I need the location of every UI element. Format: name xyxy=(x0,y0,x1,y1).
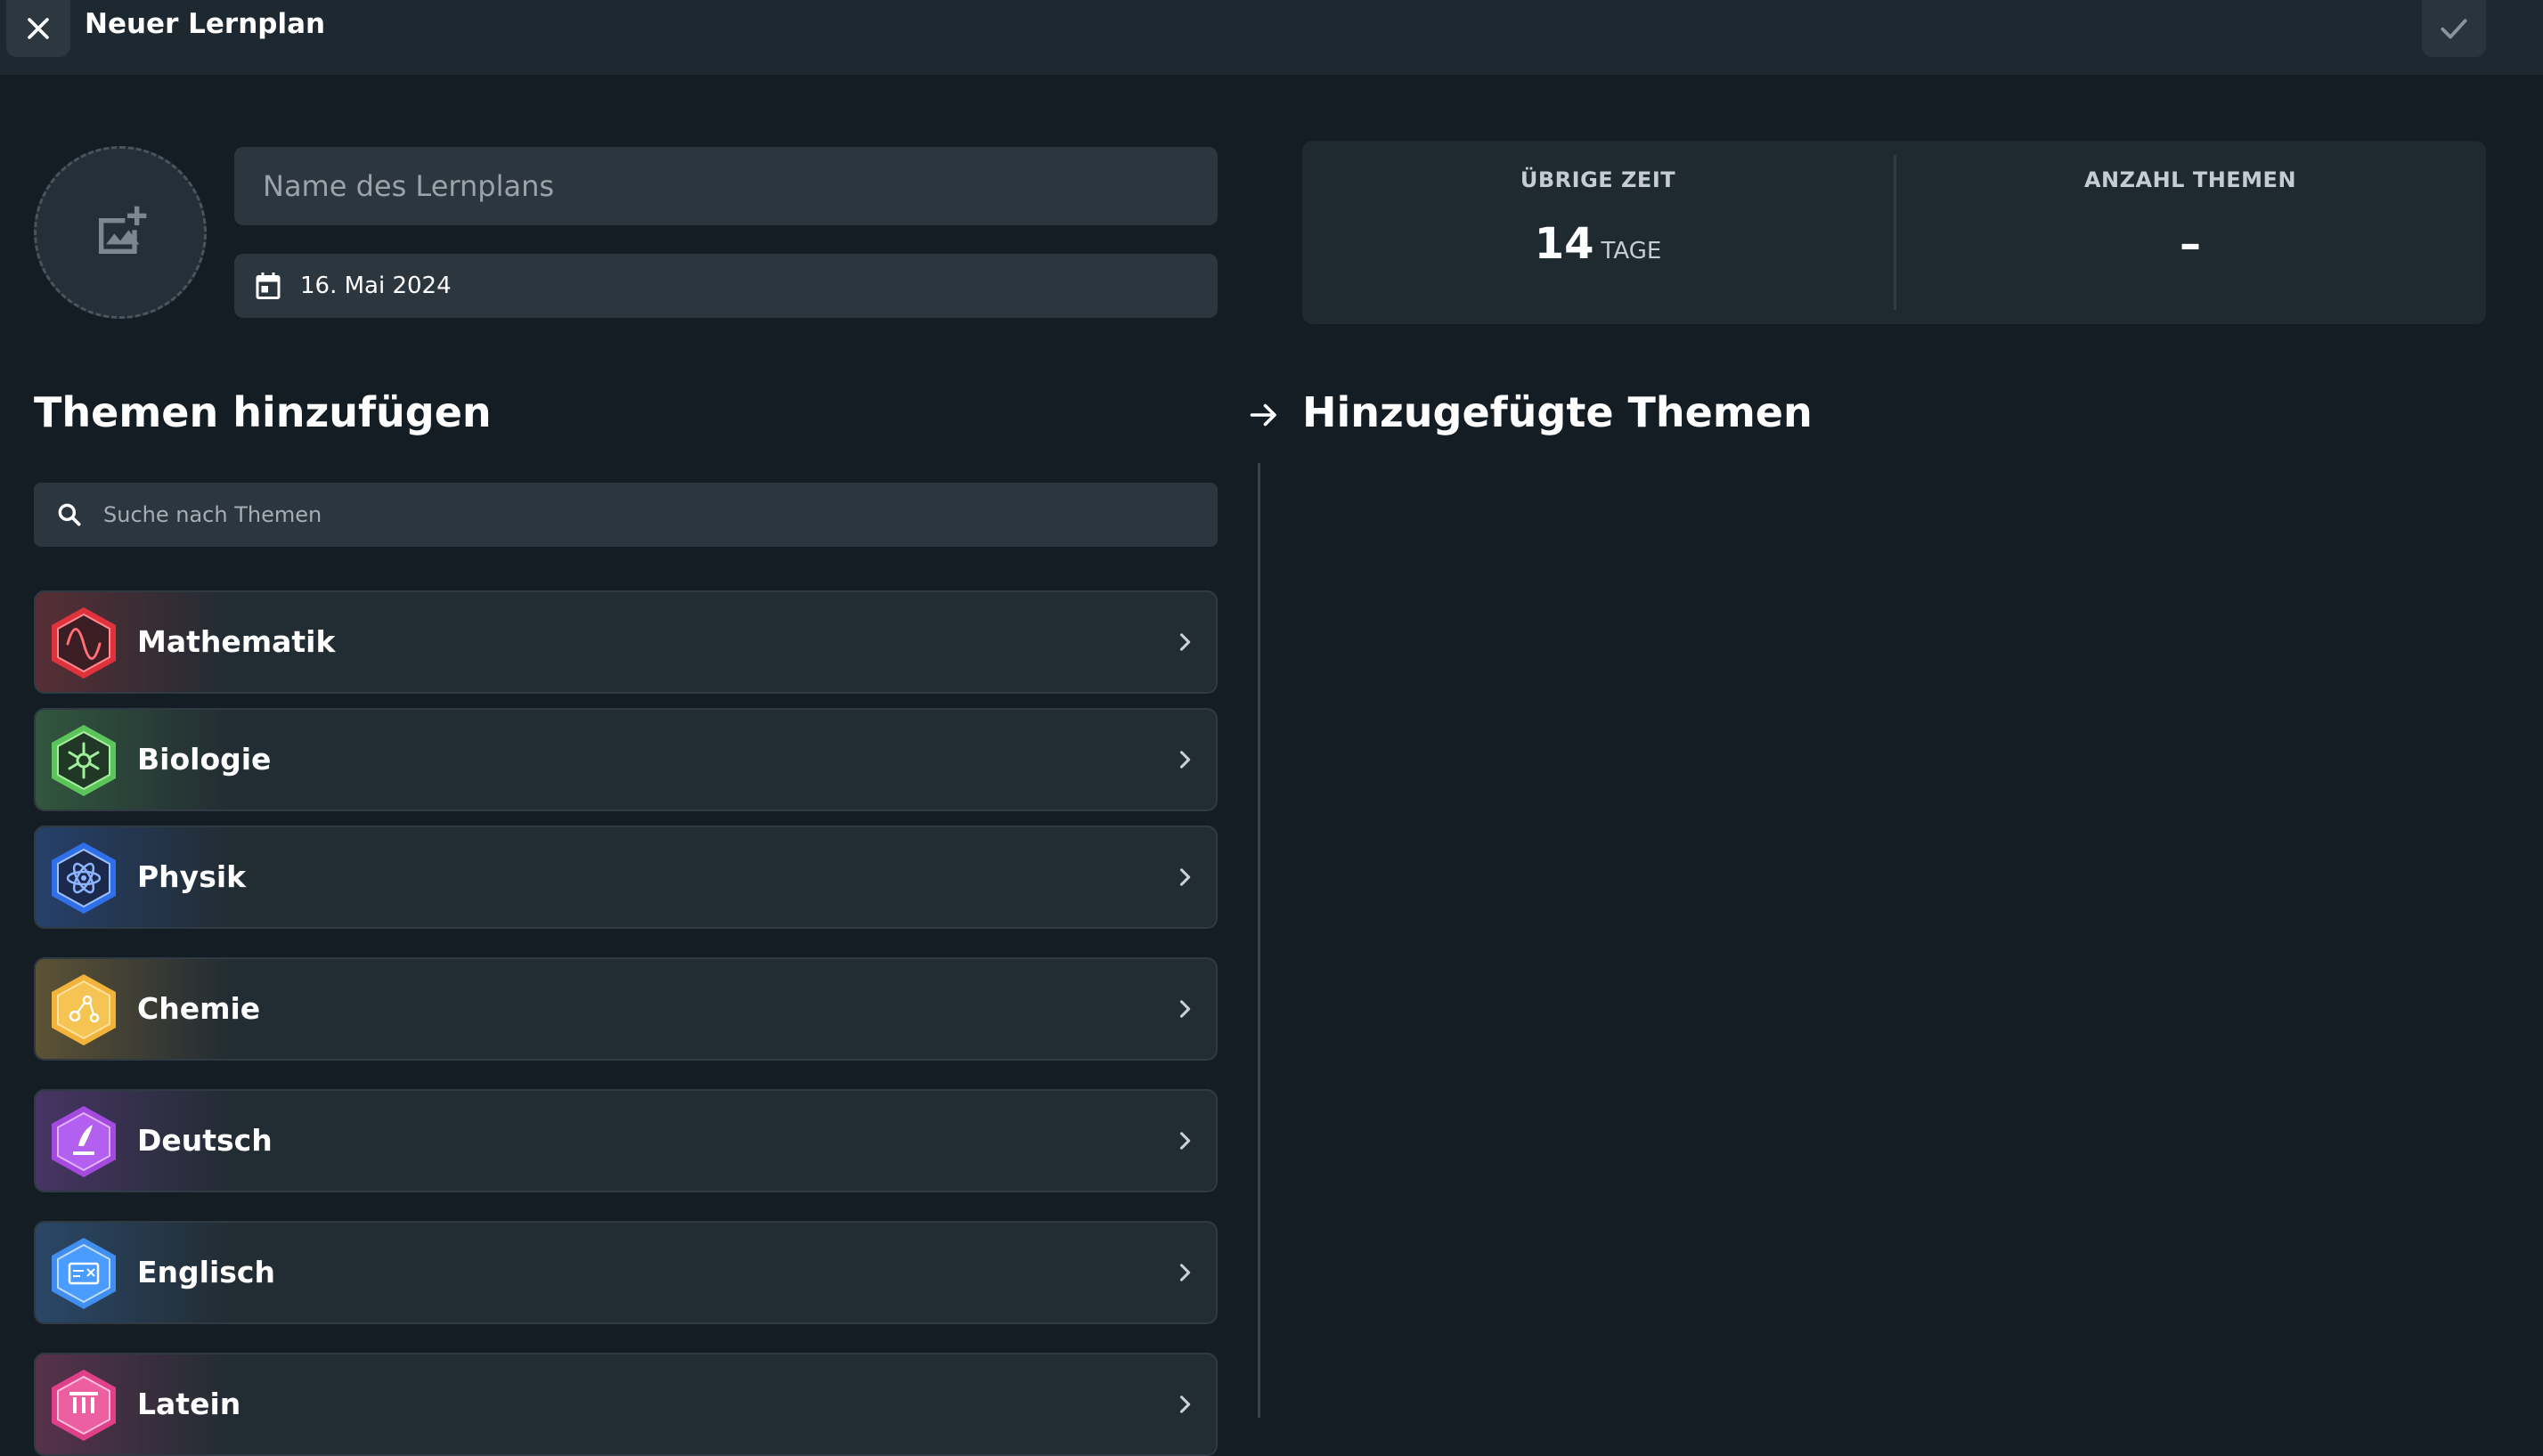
image-upload-button[interactable] xyxy=(34,146,207,319)
sine-wave-icon xyxy=(52,607,116,679)
chevron-right-icon xyxy=(1179,751,1191,769)
subject-label: Biologie xyxy=(137,742,272,777)
subject-item-biologie[interactable]: Biologie xyxy=(34,708,1218,811)
chevron-right-icon xyxy=(1179,1395,1191,1413)
subject-item-physik[interactable]: Physik xyxy=(34,826,1218,929)
remaining-time-stat: ÜBRIGE ZEIT 14 TAGE xyxy=(1302,141,1894,324)
plan-name-input[interactable] xyxy=(234,147,1218,225)
topic-search[interactable] xyxy=(34,483,1218,547)
arrow-right-icon xyxy=(1250,403,1276,427)
chemistry-icon xyxy=(52,974,116,1045)
atom-icon xyxy=(52,842,116,914)
chevron-right-icon xyxy=(1179,868,1191,886)
remaining-days-number: 14 xyxy=(1534,219,1594,269)
subject-label: Deutsch xyxy=(137,1123,273,1158)
subject-item-chemie[interactable]: Chemie xyxy=(34,957,1218,1061)
add-topics-title: Themen hinzufügen xyxy=(34,388,492,436)
column-divider xyxy=(1258,463,1260,1418)
remaining-time-label: ÜBRIGE ZEIT xyxy=(1520,167,1676,192)
subject-item-latein[interactable]: Latein xyxy=(34,1353,1218,1456)
confirm-button[interactable] xyxy=(2422,0,2486,57)
quill-icon xyxy=(52,1106,116,1177)
topic-count-value: – xyxy=(2180,219,2201,269)
column-icon xyxy=(52,1370,116,1441)
added-topics-title: Hinzugefügte Themen xyxy=(1302,388,1813,436)
top-bar: Neuer Lernplan xyxy=(0,0,2543,75)
subject-item-deutsch[interactable]: Deutsch xyxy=(34,1089,1218,1192)
chevron-right-icon xyxy=(1179,1264,1191,1281)
remaining-days-unit: TAGE xyxy=(1601,238,1662,264)
subject-label: Mathematik xyxy=(137,624,336,659)
subject-label: Englisch xyxy=(137,1255,275,1289)
topic-count-label: ANZAHL THEMEN xyxy=(2083,167,2297,192)
calendar-icon xyxy=(256,272,281,299)
subject-item-englisch[interactable]: Englisch xyxy=(34,1221,1218,1324)
topic-search-input[interactable] xyxy=(103,483,1218,547)
chevron-right-icon xyxy=(1179,633,1191,651)
close-icon xyxy=(28,18,49,39)
page-title: Neuer Lernplan xyxy=(85,8,326,40)
subject-label: Chemie xyxy=(137,991,261,1026)
close-button[interactable] xyxy=(6,0,70,57)
topic-count-stat: ANZAHL THEMEN – xyxy=(1895,141,2486,324)
chevron-right-icon xyxy=(1179,1000,1191,1018)
date-value: 16. Mai 2024 xyxy=(300,272,452,299)
search-icon xyxy=(58,503,81,526)
stats-card: ÜBRIGE ZEIT 14 TAGE ANZAHL THEMEN – xyxy=(1302,141,2486,324)
subject-item-mathematik[interactable]: Mathematik xyxy=(34,590,1218,694)
subject-label: Latein xyxy=(137,1387,241,1421)
subject-label: Physik xyxy=(137,859,247,894)
presentation-icon xyxy=(52,1238,116,1309)
date-picker[interactable]: 16. Mai 2024 xyxy=(234,254,1218,318)
molecule-icon xyxy=(52,725,116,796)
chevron-right-icon xyxy=(1179,1132,1191,1150)
remaining-time-value: 14 TAGE xyxy=(1302,219,1894,269)
add-photo-icon xyxy=(99,206,147,254)
check-icon xyxy=(2441,19,2467,39)
